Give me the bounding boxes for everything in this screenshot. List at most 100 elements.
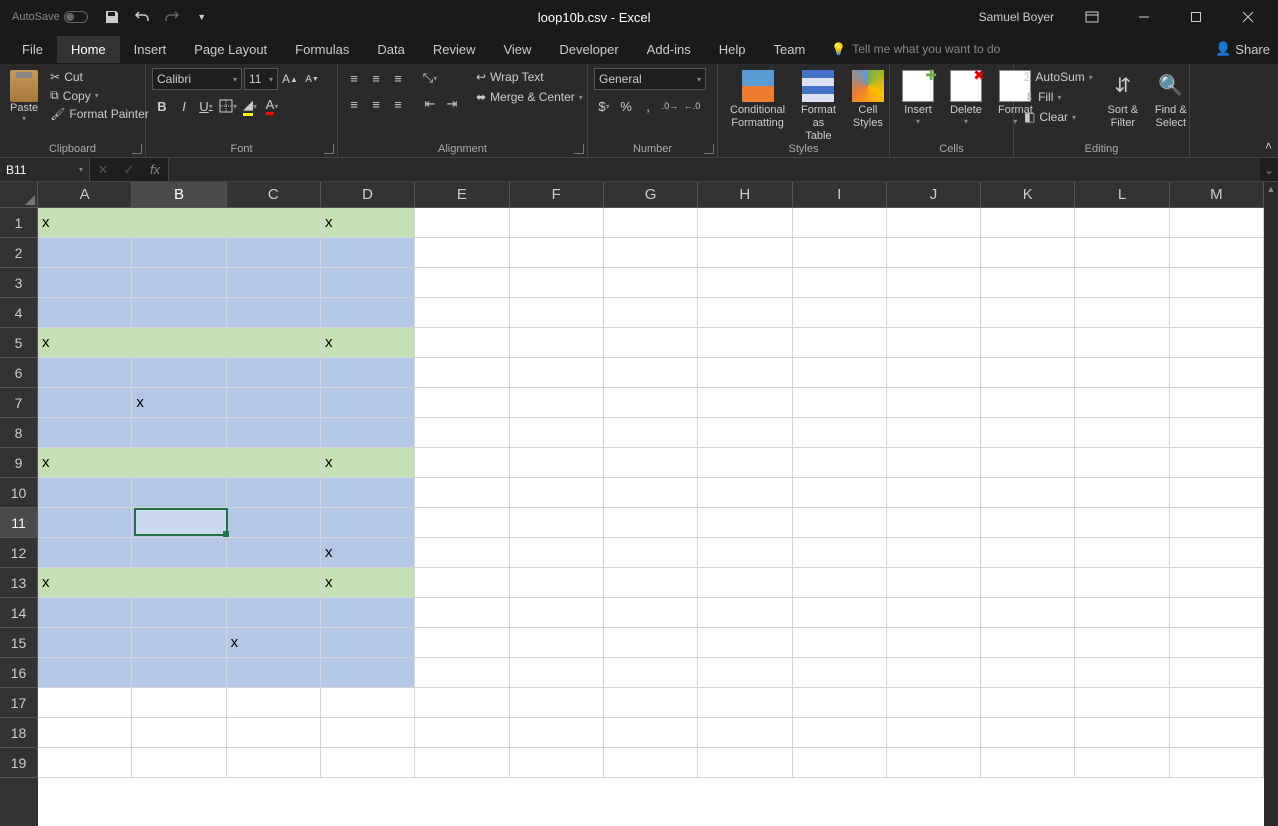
name-box[interactable]: B11▾ <box>0 158 90 181</box>
expand-formula-bar-icon[interactable]: ⌄ <box>1260 158 1278 181</box>
cell-G16[interactable] <box>604 658 698 688</box>
cell-M8[interactable] <box>1170 418 1264 448</box>
cell-F17[interactable] <box>510 688 604 718</box>
cell-L2[interactable] <box>1075 238 1169 268</box>
scroll-up-icon[interactable]: ▲ <box>1264 182 1278 196</box>
number-dialog-launcher[interactable] <box>704 144 714 154</box>
cell-E18[interactable] <box>415 718 509 748</box>
cell-G1[interactable] <box>604 208 698 238</box>
cell-L12[interactable] <box>1075 538 1169 568</box>
cell-J4[interactable] <box>887 298 981 328</box>
cell-G19[interactable] <box>604 748 698 778</box>
cell-J19[interactable] <box>887 748 981 778</box>
cell-M14[interactable] <box>1170 598 1264 628</box>
cell-K2[interactable] <box>981 238 1075 268</box>
cell-F1[interactable] <box>510 208 604 238</box>
column-header-M[interactable]: M <box>1170 182 1264 208</box>
column-header-K[interactable]: K <box>981 182 1075 208</box>
tab-team[interactable]: Team <box>760 36 820 63</box>
cell-A19[interactable] <box>38 748 132 778</box>
cell-M7[interactable] <box>1170 388 1264 418</box>
cell-A14[interactable] <box>38 598 132 628</box>
cell-F5[interactable] <box>510 328 604 358</box>
font-dialog-launcher[interactable] <box>324 144 334 154</box>
cell-H9[interactable] <box>698 448 792 478</box>
cell-C7[interactable] <box>227 388 321 418</box>
comma-button[interactable]: , <box>638 96 658 116</box>
cell-J14[interactable] <box>887 598 981 628</box>
cell-I7[interactable] <box>793 388 887 418</box>
cell-D11[interactable] <box>321 508 415 538</box>
cell-L17[interactable] <box>1075 688 1169 718</box>
cell-L7[interactable] <box>1075 388 1169 418</box>
row-header-1[interactable]: 1 <box>0 208 38 238</box>
cell-M17[interactable] <box>1170 688 1264 718</box>
row-header-5[interactable]: 5 <box>0 328 38 358</box>
cell-I18[interactable] <box>793 718 887 748</box>
row-header-15[interactable]: 15 <box>0 628 38 658</box>
cell-E11[interactable] <box>415 508 509 538</box>
cell-L5[interactable] <box>1075 328 1169 358</box>
cell-G14[interactable] <box>604 598 698 628</box>
cell-C18[interactable] <box>227 718 321 748</box>
cell-D3[interactable] <box>321 268 415 298</box>
column-header-D[interactable]: D <box>321 182 415 208</box>
align-left-button[interactable]: ≡ <box>344 94 364 114</box>
accounting-format-button[interactable]: $▾ <box>594 96 614 116</box>
cell-K3[interactable] <box>981 268 1075 298</box>
cell-C3[interactable] <box>227 268 321 298</box>
cell-E15[interactable] <box>415 628 509 658</box>
tab-addins[interactable]: Add-ins <box>633 36 705 63</box>
cell-I1[interactable] <box>793 208 887 238</box>
cell-F16[interactable] <box>510 658 604 688</box>
cell-H2[interactable] <box>698 238 792 268</box>
font-color-button[interactable]: A▾ <box>262 96 282 116</box>
cell-K13[interactable] <box>981 568 1075 598</box>
borders-button[interactable]: ▾ <box>218 96 238 116</box>
cell-D6[interactable] <box>321 358 415 388</box>
row-header-12[interactable]: 12 <box>0 538 38 568</box>
orientation-button[interactable]: ⤡▾ <box>420 68 440 88</box>
cell-I4[interactable] <box>793 298 887 328</box>
row-header-17[interactable]: 17 <box>0 688 38 718</box>
cell-C17[interactable] <box>227 688 321 718</box>
column-header-E[interactable]: E <box>415 182 509 208</box>
cell-L1[interactable] <box>1075 208 1169 238</box>
row-header-11[interactable]: 11 <box>0 508 38 538</box>
cell-F15[interactable] <box>510 628 604 658</box>
cancel-edit-icon[interactable]: ✕ <box>90 158 116 181</box>
cell-K14[interactable] <box>981 598 1075 628</box>
decrease-font-button[interactable]: A▼ <box>302 69 322 89</box>
tab-insert[interactable]: Insert <box>120 36 181 63</box>
cell-B7[interactable]: x <box>132 388 226 418</box>
row-header-16[interactable]: 16 <box>0 658 38 688</box>
cell-C19[interactable] <box>227 748 321 778</box>
cell-G7[interactable] <box>604 388 698 418</box>
cell-H1[interactable] <box>698 208 792 238</box>
undo-icon[interactable] <box>134 9 150 25</box>
column-header-A[interactable]: A <box>38 182 132 208</box>
cell-G4[interactable] <box>604 298 698 328</box>
cell-C14[interactable] <box>227 598 321 628</box>
cell-C15[interactable]: x <box>227 628 321 658</box>
cell-D8[interactable] <box>321 418 415 448</box>
save-icon[interactable] <box>104 9 120 25</box>
cell-H17[interactable] <box>698 688 792 718</box>
cell-K17[interactable] <box>981 688 1075 718</box>
cell-H19[interactable] <box>698 748 792 778</box>
decrease-decimal-button[interactable]: ←.0 <box>682 96 702 116</box>
maximize-button[interactable] <box>1174 2 1218 32</box>
cell-C12[interactable] <box>227 538 321 568</box>
cell-A5[interactable]: x <box>38 328 132 358</box>
cell-C9[interactable] <box>227 448 321 478</box>
cell-E6[interactable] <box>415 358 509 388</box>
cell-B18[interactable] <box>132 718 226 748</box>
cell-H18[interactable] <box>698 718 792 748</box>
increase-indent-button[interactable]: ⇥ <box>442 94 462 114</box>
row-header-13[interactable]: 13 <box>0 568 38 598</box>
cell-I2[interactable] <box>793 238 887 268</box>
cell-L19[interactable] <box>1075 748 1169 778</box>
fx-icon[interactable]: fx <box>142 158 168 181</box>
row-header-14[interactable]: 14 <box>0 598 38 628</box>
cell-K18[interactable] <box>981 718 1075 748</box>
